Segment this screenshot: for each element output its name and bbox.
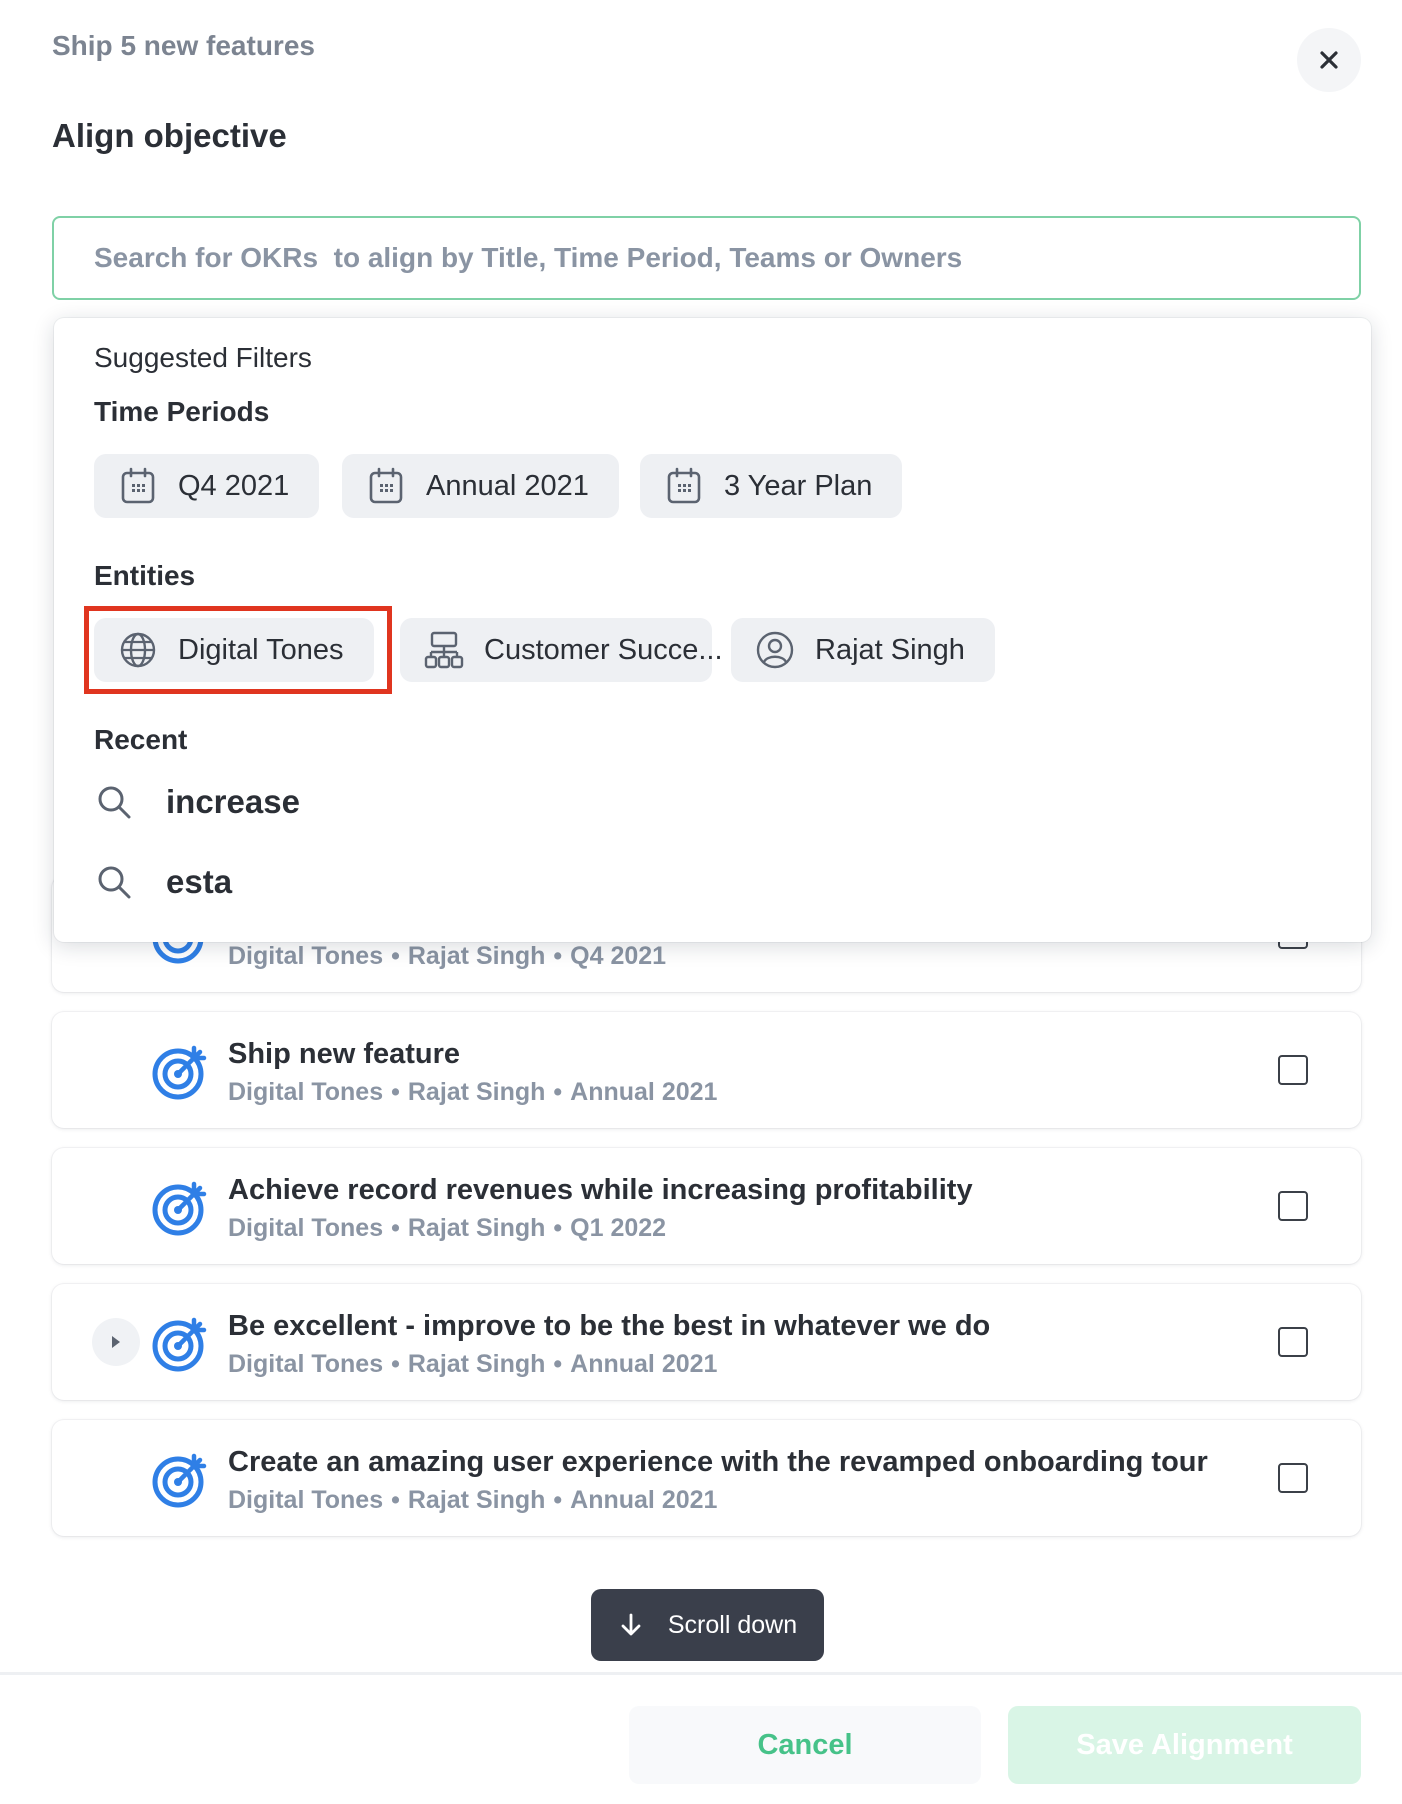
okr-owner: Rajat Singh bbox=[407, 1214, 546, 1242]
okr-team: Digital Tones bbox=[228, 1078, 384, 1106]
footer-divider bbox=[0, 1672, 1402, 1675]
search-input[interactable] bbox=[54, 218, 1359, 298]
calendar-icon bbox=[667, 467, 701, 504]
chip-3-year-plan[interactable]: 3 Year Plan bbox=[640, 454, 903, 518]
caret-right-icon bbox=[112, 1336, 120, 1348]
chip-customer-success[interactable]: Customer Succe... bbox=[400, 618, 723, 682]
align-objective-modal: Ship 5 new features Align objective Digi… bbox=[0, 0, 1402, 1804]
recent-search-label: increase bbox=[166, 783, 300, 820]
okr-owner: Rajat Singh bbox=[407, 1350, 546, 1378]
recent-heading: Recent bbox=[94, 724, 188, 755]
objective-target-icon bbox=[152, 1181, 207, 1236]
okr-meta: Digital Tones • Rajat Singh • Q4 2021 bbox=[228, 942, 666, 971]
okr-meta: Digital Tones • Rajat Singh • Annual 2021 bbox=[228, 1486, 717, 1515]
okr-title: Be excellent - improve to be the best in… bbox=[228, 1310, 991, 1342]
okr-checkbox[interactable] bbox=[1278, 1327, 1308, 1357]
separator: • bbox=[391, 1350, 400, 1378]
calendar-icon bbox=[121, 467, 155, 504]
recent-search-item[interactable]: esta bbox=[94, 854, 232, 910]
okr-team: Digital Tones bbox=[228, 1350, 384, 1378]
separator: • bbox=[391, 1214, 400, 1242]
okr-checkbox[interactable] bbox=[1278, 1191, 1308, 1221]
suggested-filters-dropdown: Suggested Filters Time Periods Q4 2021 A… bbox=[54, 318, 1371, 942]
chip-label: Digital Tones bbox=[178, 633, 344, 666]
okr-period: Annual 2021 bbox=[570, 1350, 718, 1378]
recent-search-item[interactable]: increase bbox=[94, 774, 300, 830]
okr-checkbox[interactable] bbox=[1278, 1055, 1308, 1085]
arrow-down-icon bbox=[621, 1613, 641, 1636]
page-title: Align objective bbox=[52, 117, 287, 154]
time-periods-heading: Time Periods bbox=[94, 396, 270, 427]
chip-rajat-singh[interactable]: Rajat Singh bbox=[731, 618, 995, 682]
save-alignment-button[interactable]: Save Alignment bbox=[1008, 1706, 1361, 1784]
org-chart-icon bbox=[424, 631, 464, 669]
separator: • bbox=[553, 1350, 563, 1378]
breadcrumb: Ship 5 new features bbox=[52, 30, 315, 61]
separator: • bbox=[553, 942, 563, 970]
chip-label: Q4 2021 bbox=[178, 469, 290, 502]
scroll-down-button[interactable]: Scroll down bbox=[591, 1589, 824, 1661]
okr-owner: Rajat Singh bbox=[407, 1078, 546, 1106]
scroll-down-label: Scroll down bbox=[667, 1610, 798, 1639]
okr-checkbox[interactable] bbox=[1278, 1463, 1308, 1493]
user-icon bbox=[756, 631, 794, 669]
okr-list-item[interactable]: Create an amazing user experience with t… bbox=[52, 1420, 1361, 1536]
calendar-icon bbox=[369, 467, 403, 504]
separator: • bbox=[553, 1078, 563, 1106]
separator: • bbox=[391, 942, 400, 970]
search-field[interactable] bbox=[52, 216, 1361, 300]
expand-button[interactable] bbox=[92, 1318, 140, 1366]
chip-q4-2021[interactable]: Q4 2021 bbox=[94, 454, 320, 518]
okr-title: Create an amazing user experience with t… bbox=[228, 1446, 1208, 1478]
chip-label: Customer Succe... bbox=[484, 633, 723, 666]
search-icon bbox=[98, 786, 131, 819]
objective-target-icon bbox=[152, 1045, 207, 1100]
okr-owner: Rajat Singh bbox=[407, 942, 546, 970]
objective-target-icon bbox=[152, 1317, 207, 1372]
okr-meta: Digital Tones • Rajat Singh • Annual 2021 bbox=[228, 1350, 717, 1379]
okr-period: Annual 2021 bbox=[570, 1486, 718, 1514]
okr-period: Q4 2021 bbox=[570, 942, 667, 970]
close-button[interactable] bbox=[1297, 28, 1361, 92]
okr-list-item[interactable]: Ship new feature Digital Tones • Rajat Sin… bbox=[52, 1012, 1361, 1128]
close-icon bbox=[1320, 51, 1338, 69]
okr-list-item[interactable]: Achieve record revenues while increasing… bbox=[52, 1148, 1361, 1264]
separator: • bbox=[391, 1486, 400, 1514]
entities-heading: Entities bbox=[94, 560, 196, 591]
chip-digital-tones[interactable]: Digital Tones bbox=[94, 618, 374, 682]
chip-label: 3 Year Plan bbox=[724, 469, 873, 502]
okr-team: Digital Tones bbox=[228, 1486, 384, 1514]
separator: • bbox=[553, 1214, 563, 1242]
okr-title: Achieve record revenues while increasing… bbox=[228, 1174, 973, 1206]
suggested-filters-heading: Suggested Filters bbox=[94, 342, 312, 373]
globe-icon bbox=[120, 632, 156, 668]
okr-team: Digital Tones bbox=[228, 1214, 384, 1242]
search-icon bbox=[98, 866, 131, 899]
recent-search-label: esta bbox=[166, 863, 233, 900]
okr-meta: Digital Tones • Rajat Singh • Q1 2022 bbox=[228, 1214, 666, 1243]
separator: • bbox=[553, 1486, 563, 1514]
okr-owner: Rajat Singh bbox=[407, 1486, 546, 1514]
okr-list-item[interactable]: Be excellent - improve to be the best in… bbox=[52, 1284, 1361, 1400]
okr-meta: Digital Tones • Rajat Singh • Annual 2021 bbox=[228, 1078, 717, 1107]
okr-period: Q1 2022 bbox=[570, 1214, 667, 1242]
separator: • bbox=[391, 1078, 400, 1106]
chip-label: Rajat Singh bbox=[815, 633, 965, 666]
chip-annual-2021[interactable]: Annual 2021 bbox=[342, 454, 619, 518]
okr-team: Digital Tones bbox=[228, 942, 384, 970]
objective-target-icon bbox=[152, 1453, 207, 1508]
cancel-button[interactable]: Cancel bbox=[629, 1706, 981, 1784]
okr-period: Annual 2021 bbox=[570, 1078, 718, 1106]
chip-label: Annual 2021 bbox=[426, 469, 589, 502]
okr-title: Ship new feature bbox=[228, 1038, 461, 1070]
